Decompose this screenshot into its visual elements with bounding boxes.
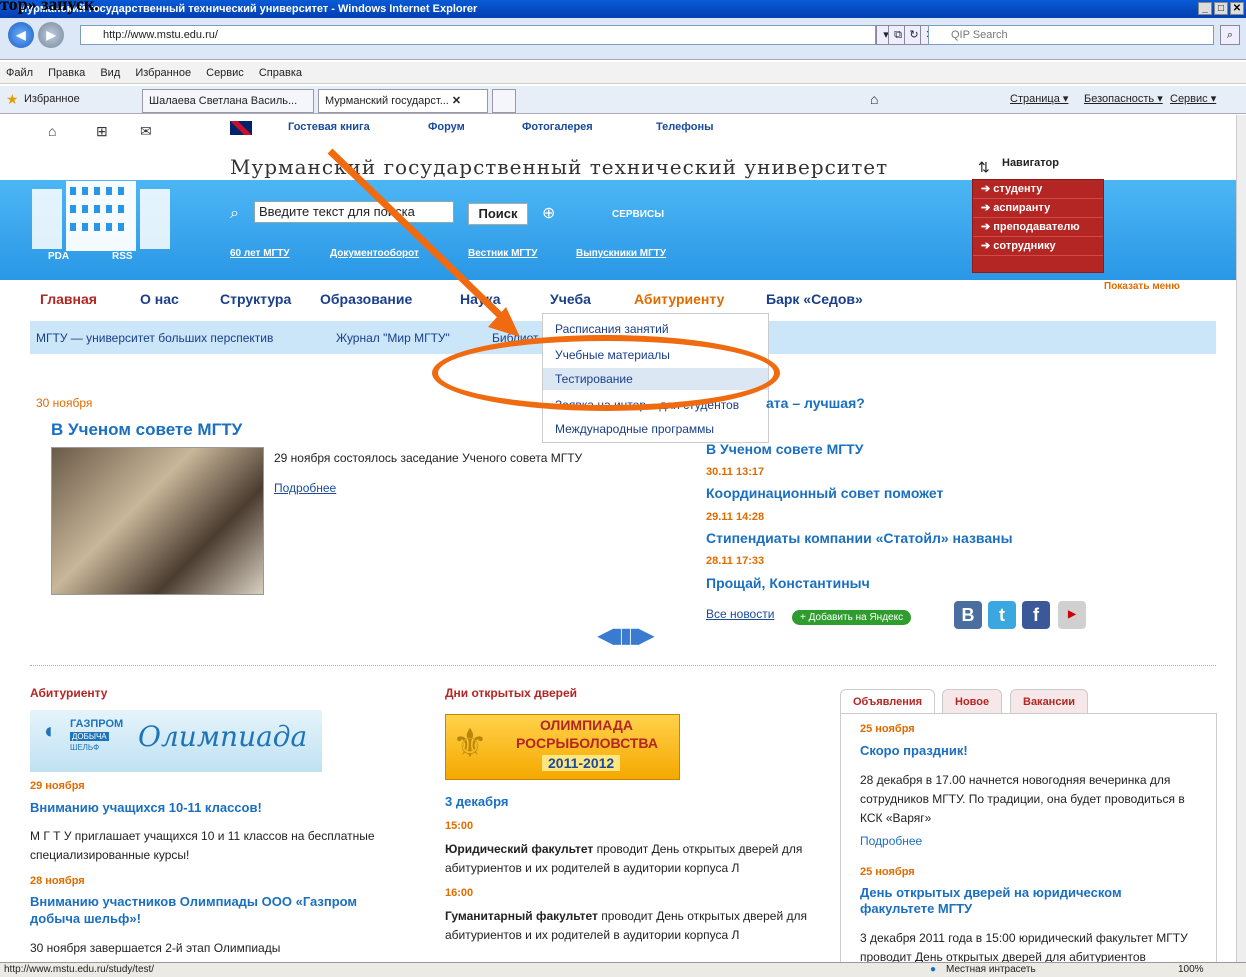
status-zoom[interactable]: 100% [1178,963,1204,977]
address-bar-row: ◀ ▶ http://www.mstu.edu.ru/ ▾ ⧉ ↻ ✕ QIP … [0,18,1246,60]
tab-mstu[interactable]: Мурманский государст... ✕ [318,89,488,113]
document-heading-fragment: тор» запуск. [0,0,99,14]
zone-icon: ● [930,964,937,975]
new-tab-button[interactable] [492,89,516,113]
window-titlebar: Мурманский государственный технический у… [0,0,1246,18]
tools-menu[interactable]: Сервис ▾ [1170,86,1216,112]
tab-shalaeva[interactable]: Шалаева Светлана Василь... [142,89,314,113]
star-icon: ★ [6,91,19,107]
close-window-button[interactable]: ✕ [1230,2,1244,15]
favorites-bar: ★ Избранное Шалаева Светлана Василь... М… [0,86,1246,114]
favorites-button[interactable]: Избранное [24,86,80,112]
menu-file[interactable]: Файл [6,62,33,84]
status-url: http://www.mstu.edu.ru/study/test/ [4,964,155,975]
maximize-button[interactable]: □ [1214,2,1228,15]
menu-edit[interactable]: Правка [48,62,85,84]
minimize-button[interactable]: _ [1198,2,1212,15]
menu-view[interactable]: Вид [100,62,120,84]
back-icon[interactable]: ◀ [8,22,34,48]
page-scrollbar[interactable] [1236,115,1246,962]
home-icon[interactable]: ⌂ [870,86,878,112]
menu-favorites[interactable]: Избранное [135,62,191,84]
status-zone: Местная интрасеть [946,964,1036,975]
menu-bar: Файл Правка Вид Избранное Сервис Справка [0,62,1246,84]
search-icon[interactable]: ⌕ [1220,25,1240,45]
menu-tools[interactable]: Сервис [206,62,244,84]
security-menu[interactable]: Безопасность ▾ [1084,86,1163,112]
address-input[interactable]: http://www.mstu.edu.ru/ [80,25,876,45]
page-menu[interactable]: Страница ▾ [1010,86,1068,112]
status-bar: http://www.mstu.edu.ru/study/test/ ● Мес… [0,962,1246,977]
tab-mstu-label: Мурманский государст... [325,95,449,107]
qip-search-input[interactable]: QIP Search [928,25,1214,45]
page-content: ⌂ ⊞ ✉ Гостевая книга Форум Фотогалерея Т… [0,115,1236,962]
menu-help[interactable]: Справка [259,62,302,84]
close-tab-icon[interactable]: ✕ [452,95,461,107]
forward-icon[interactable]: ▶ [38,22,64,48]
pointer-arrow-icon [327,148,520,337]
